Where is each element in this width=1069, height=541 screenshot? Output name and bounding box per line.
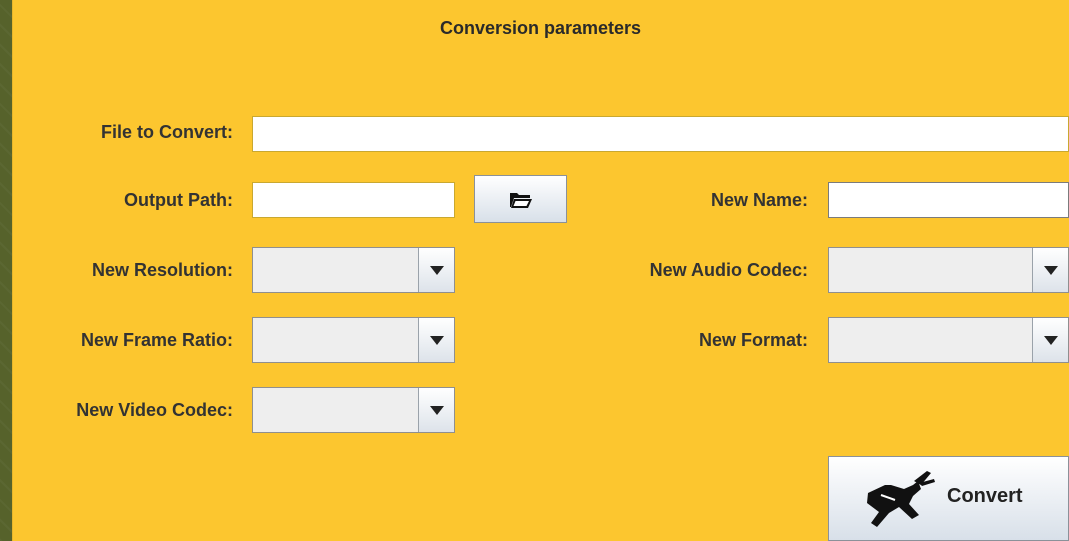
convert-label: Convert bbox=[947, 485, 1023, 507]
chevron-down-icon[interactable] bbox=[1032, 248, 1068, 292]
file-to-convert-input[interactable] bbox=[252, 116, 1069, 152]
new-video-codec-label: New Video Codec: bbox=[76, 400, 233, 420]
new-frame-ratio-select[interactable] bbox=[252, 317, 455, 363]
right-labels: New Name: New Audio Codec: New Format: bbox=[572, 0, 808, 541]
new-frame-ratio-label: New Frame Ratio: bbox=[80, 330, 233, 350]
new-name-input[interactable] bbox=[828, 182, 1069, 218]
new-resolution-label: New Resolution: bbox=[91, 260, 233, 280]
chevron-down-icon[interactable] bbox=[418, 318, 454, 362]
left-labels: File to Convert: Output Path: New Resolu… bbox=[12, 0, 233, 541]
new-name-label: New Name: bbox=[710, 190, 808, 210]
new-audio-codec-select[interactable] bbox=[828, 247, 1069, 293]
convert-button[interactable]: Convert bbox=[828, 456, 1069, 541]
folder-open-icon bbox=[510, 193, 532, 208]
output-path-input[interactable] bbox=[252, 182, 455, 218]
file-to-convert-label: File to Convert: bbox=[100, 122, 233, 142]
new-format-select[interactable] bbox=[828, 317, 1069, 363]
chevron-down-icon[interactable] bbox=[418, 388, 454, 432]
browse-folder-button[interactable] bbox=[474, 175, 567, 223]
new-format-label: New Format: bbox=[698, 330, 808, 350]
chevron-down-icon[interactable] bbox=[418, 248, 454, 292]
new-resolution-select[interactable] bbox=[252, 247, 455, 293]
new-audio-codec-label: New Audio Codec: bbox=[649, 260, 808, 280]
grasshopper-icon bbox=[867, 471, 935, 527]
conversion-panel: Conversion parameters File to Convert: O… bbox=[12, 0, 1069, 541]
output-path-label: Output Path: bbox=[124, 190, 233, 210]
chevron-down-icon[interactable] bbox=[1032, 318, 1068, 362]
new-video-codec-select[interactable] bbox=[252, 387, 455, 433]
